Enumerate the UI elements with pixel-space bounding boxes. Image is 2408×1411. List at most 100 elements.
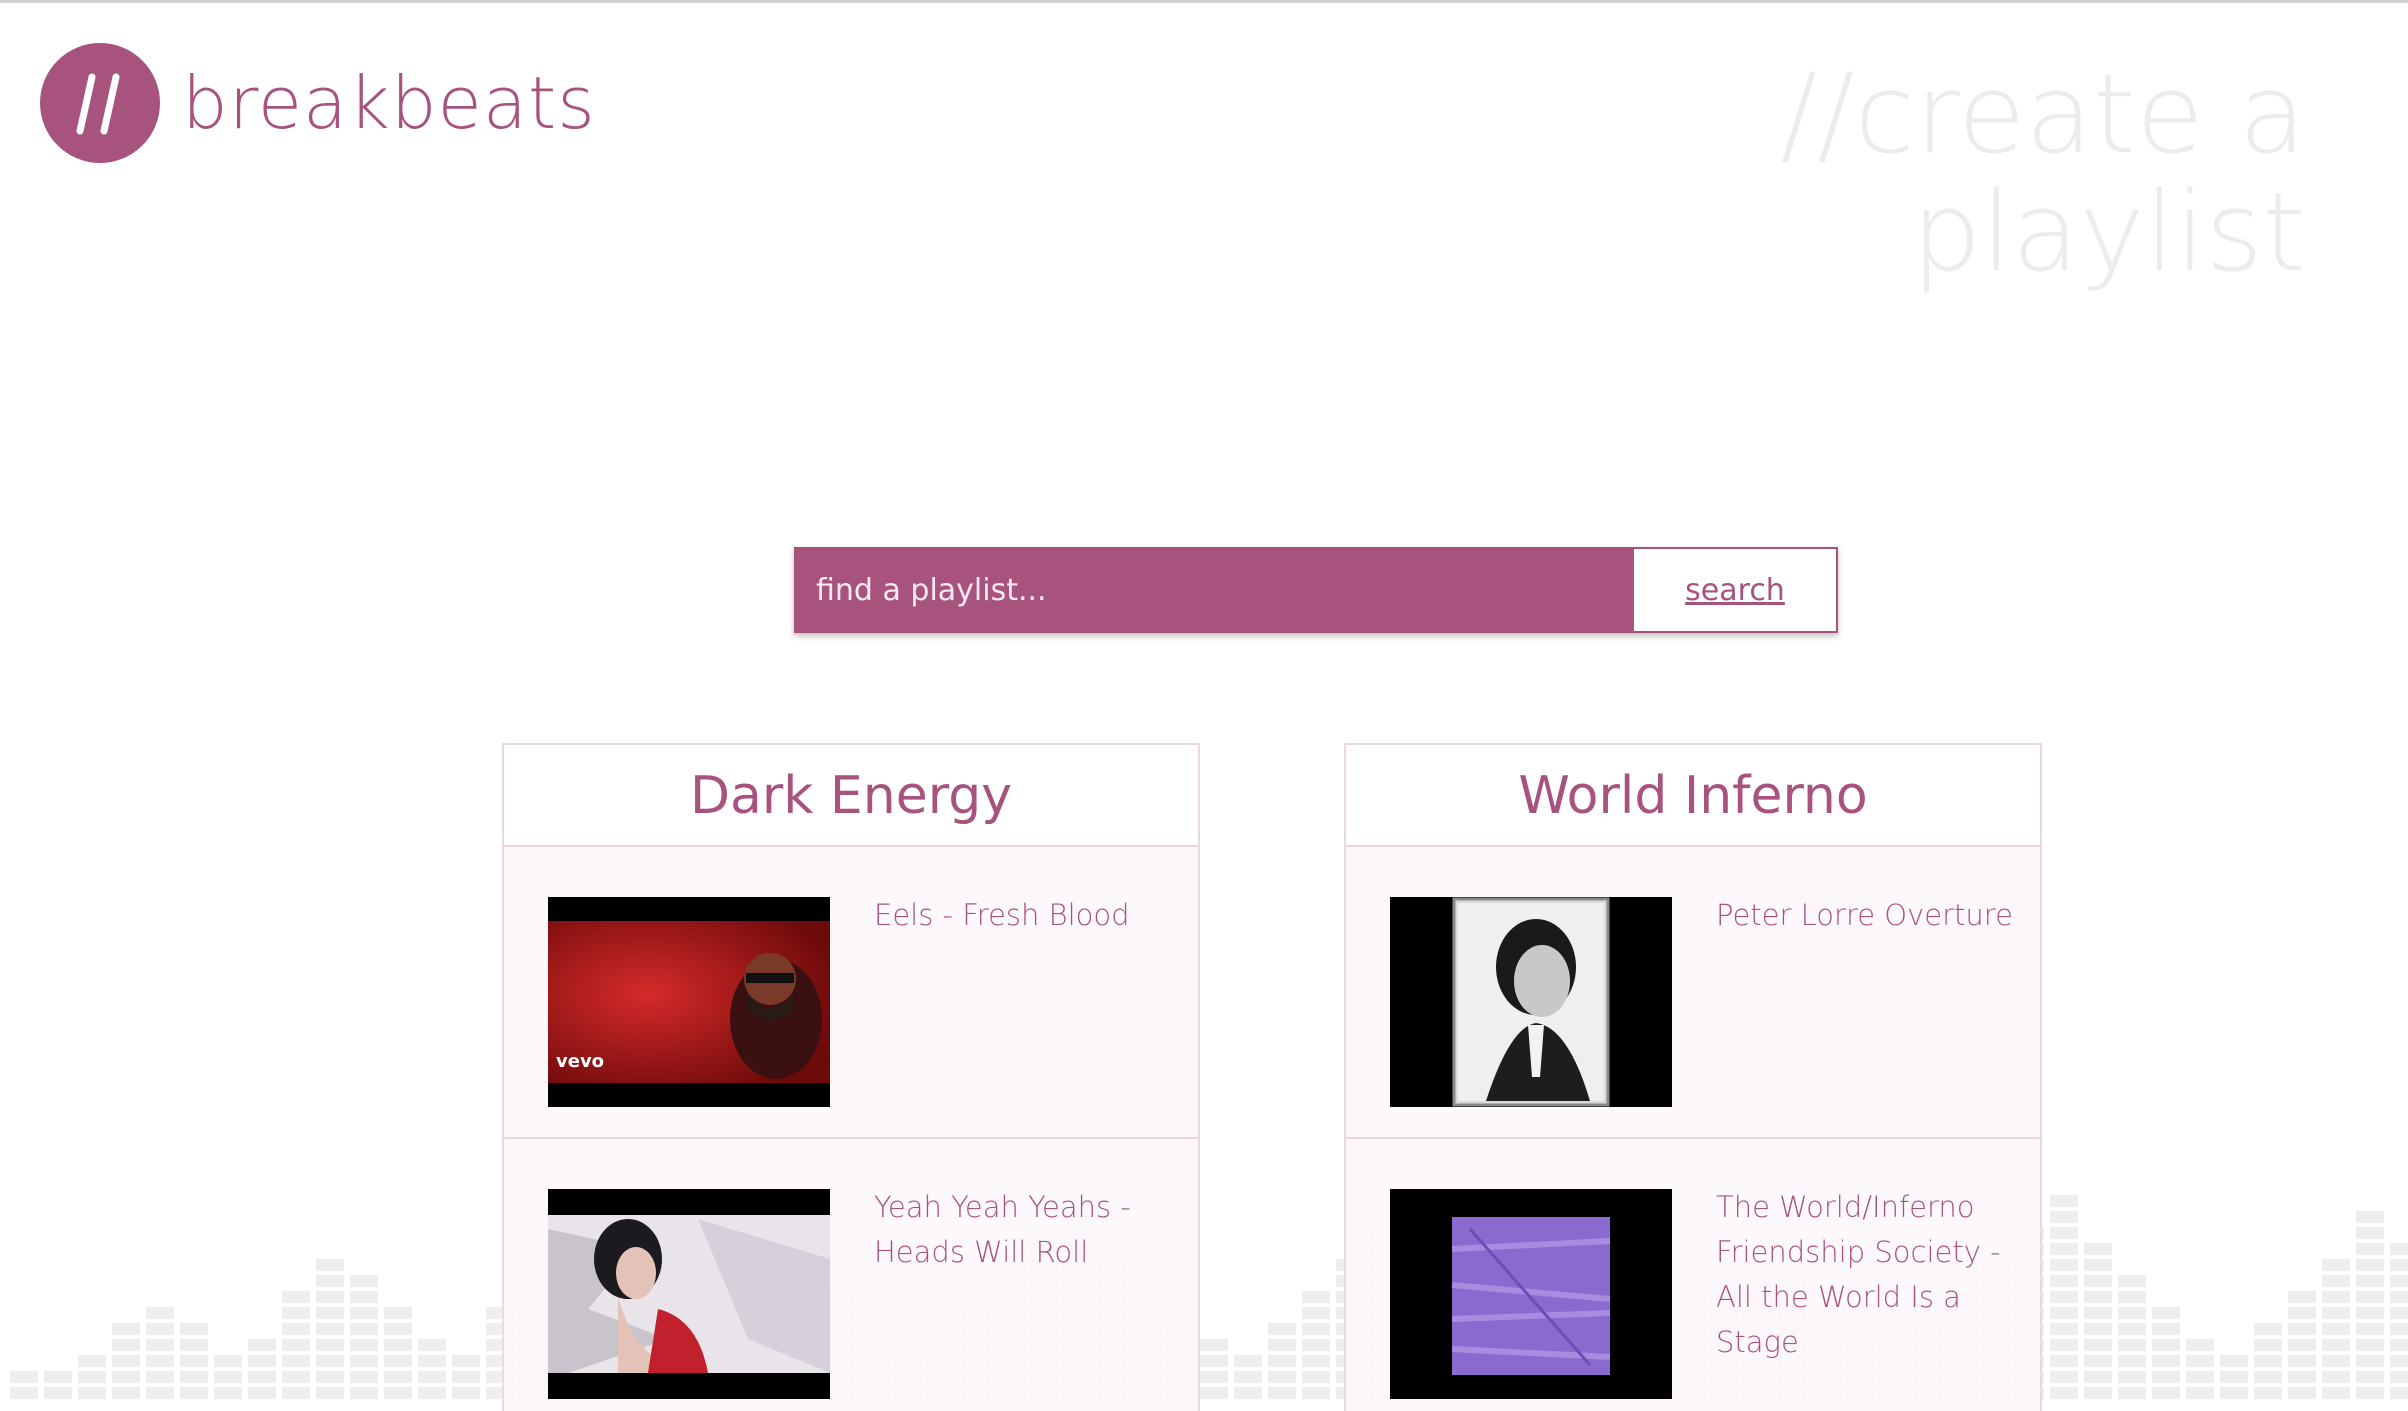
equalizer-bar-segment <box>2322 1339 2350 1351</box>
equalizer-bar-segment <box>316 1307 344 1319</box>
equalizer-bar-segment <box>2390 1291 2408 1303</box>
track-title[interactable]: Yeah Yeah Yeahs - Heads Will Roll <box>874 1185 1174 1275</box>
equalizer-bar-segment <box>248 1355 276 1367</box>
equalizer-bar-segment <box>316 1291 344 1303</box>
equalizer-bar-segment <box>350 1339 378 1351</box>
hero-heading: //create a playlist <box>1780 55 2306 291</box>
equalizer-bar-segment <box>1200 1355 1228 1367</box>
equalizer-bar-segment <box>1302 1371 1330 1383</box>
equalizer-bar-segment <box>282 1307 310 1319</box>
equalizer-bar-segment <box>2084 1259 2112 1271</box>
video-thumbnail[interactable] <box>548 1189 830 1399</box>
equalizer-bar-segment <box>2356 1339 2384 1351</box>
equalizer-bar-segment <box>2050 1243 2078 1255</box>
track-item[interactable]: The World/Inferno Friendship Society - A… <box>1346 1139 2040 1411</box>
track-item[interactable]: Peter Lorre Overture <box>1346 847 2040 1139</box>
equalizer-bar-segment <box>316 1387 344 1399</box>
equalizer-bar-segment <box>316 1275 344 1287</box>
equalizer-bar-segment <box>2152 1339 2180 1351</box>
track-item[interactable]: vevo Eels - Fresh Blood <box>504 847 1198 1139</box>
equalizer-bar-segment <box>2084 1355 2112 1367</box>
equalizer-bar-segment <box>112 1339 140 1351</box>
video-thumbnail[interactable] <box>1390 1189 1672 1399</box>
app-name: breakbeats <box>182 61 596 145</box>
equalizer-bar-segment <box>350 1307 378 1319</box>
track-title[interactable]: Peter Lorre Overture <box>1716 893 2016 938</box>
equalizer-bar-segment <box>1268 1339 1296 1351</box>
equalizer-bar-segment <box>384 1339 412 1351</box>
equalizer-bar-segment <box>2288 1371 2316 1383</box>
equalizer-bar-segment <box>316 1323 344 1335</box>
equalizer-bar-segment <box>2220 1355 2248 1367</box>
equalizer-bar-segment <box>1268 1371 1296 1383</box>
equalizer-bar-segment <box>1302 1323 1330 1335</box>
equalizer-bar-segment <box>2084 1275 2112 1287</box>
video-thumbnail[interactable]: vevo <box>548 897 830 1107</box>
equalizer-bar-segment <box>146 1387 174 1399</box>
equalizer-bar-segment <box>2356 1291 2384 1303</box>
equalizer-bar-segment <box>282 1339 310 1351</box>
equalizer-bar-segment <box>2118 1307 2146 1319</box>
search-input[interactable] <box>794 547 1632 633</box>
equalizer-bar-segment <box>2118 1355 2146 1367</box>
equalizer-bar-segment <box>282 1355 310 1367</box>
equalizer-bar-segment <box>2152 1371 2180 1383</box>
track-item[interactable]: Yeah Yeah Yeahs - Heads Will Roll <box>504 1139 1198 1411</box>
equalizer-bar-segment <box>2390 1387 2408 1399</box>
equalizer-bar-segment <box>2118 1323 2146 1335</box>
equalizer-bar-segment <box>1302 1291 1330 1303</box>
equalizer-bar-segment <box>2288 1323 2316 1335</box>
equalizer-bar-segment <box>282 1371 310 1383</box>
equalizer-bar-segment <box>2356 1355 2384 1367</box>
video-thumbnail[interactable] <box>1390 897 1672 1107</box>
equalizer-bar-segment <box>2050 1339 2078 1351</box>
equalizer-bar-segment <box>2050 1227 2078 1239</box>
equalizer-bar-segment <box>2050 1355 2078 1367</box>
equalizer-bar-segment <box>2186 1387 2214 1399</box>
equalizer-bar-segment <box>248 1339 276 1351</box>
playlist-title[interactable]: World Inferno <box>1346 745 2040 847</box>
equalizer-bar-segment <box>1302 1387 1330 1399</box>
equalizer-bar-segment <box>350 1291 378 1303</box>
equalizer-bar-segment <box>2288 1339 2316 1351</box>
equalizer-bar-segment <box>180 1371 208 1383</box>
equalizer-bar-segment <box>2050 1211 2078 1223</box>
equalizer-bar-segment <box>146 1307 174 1319</box>
equalizer-bar-segment <box>214 1371 242 1383</box>
hero-line-1: //create a <box>1780 50 2306 178</box>
equalizer-bar-segment <box>350 1275 378 1287</box>
equalizer-bar-segment <box>2050 1387 2078 1399</box>
equalizer-bar-segment <box>2050 1291 2078 1303</box>
equalizer-bar-segment <box>2322 1275 2350 1287</box>
equalizer-bar-segment <box>2118 1275 2146 1287</box>
equalizer-bar-segment <box>418 1371 446 1383</box>
equalizer-bar-segment <box>2356 1387 2384 1399</box>
track-title[interactable]: Eels - Fresh Blood <box>874 893 1174 938</box>
equalizer-bar-segment <box>350 1387 378 1399</box>
equalizer-bar-segment <box>2356 1323 2384 1335</box>
equalizer-bar-segment <box>2220 1387 2248 1399</box>
equalizer-bar-segment <box>2084 1323 2112 1335</box>
playlist-card-dark-energy: Dark Energy vevo Eels - Fresh Blood Yeah… <box>502 743 1200 1411</box>
equalizer-bar-segment <box>180 1387 208 1399</box>
equalizer-bar-segment <box>112 1323 140 1335</box>
app-logo[interactable]: breakbeats <box>40 43 596 163</box>
equalizer-bar-segment <box>452 1355 480 1367</box>
equalizer-bar-segment <box>2390 1323 2408 1335</box>
search-button[interactable]: search <box>1632 547 1838 633</box>
equalizer-bar-segment <box>350 1371 378 1383</box>
equalizer-bar-segment <box>1200 1371 1228 1383</box>
equalizer-bar-segment <box>2084 1243 2112 1255</box>
equalizer-bar-segment <box>1268 1355 1296 1367</box>
equalizer-bar-segment <box>1268 1323 1296 1335</box>
equalizer-bar-segment <box>180 1323 208 1335</box>
equalizer-bar-segment <box>2322 1323 2350 1335</box>
equalizer-bar-segment <box>2118 1291 2146 1303</box>
track-title[interactable]: The World/Inferno Friendship Society - A… <box>1716 1185 2016 1365</box>
equalizer-bar-segment <box>112 1355 140 1367</box>
equalizer-bar-segment <box>384 1371 412 1383</box>
hero-line-2: playlist <box>1911 168 2306 296</box>
equalizer-bar-segment <box>2152 1307 2180 1319</box>
playlist-title[interactable]: Dark Energy <box>504 745 1198 847</box>
equalizer-bar-segment <box>2288 1355 2316 1367</box>
